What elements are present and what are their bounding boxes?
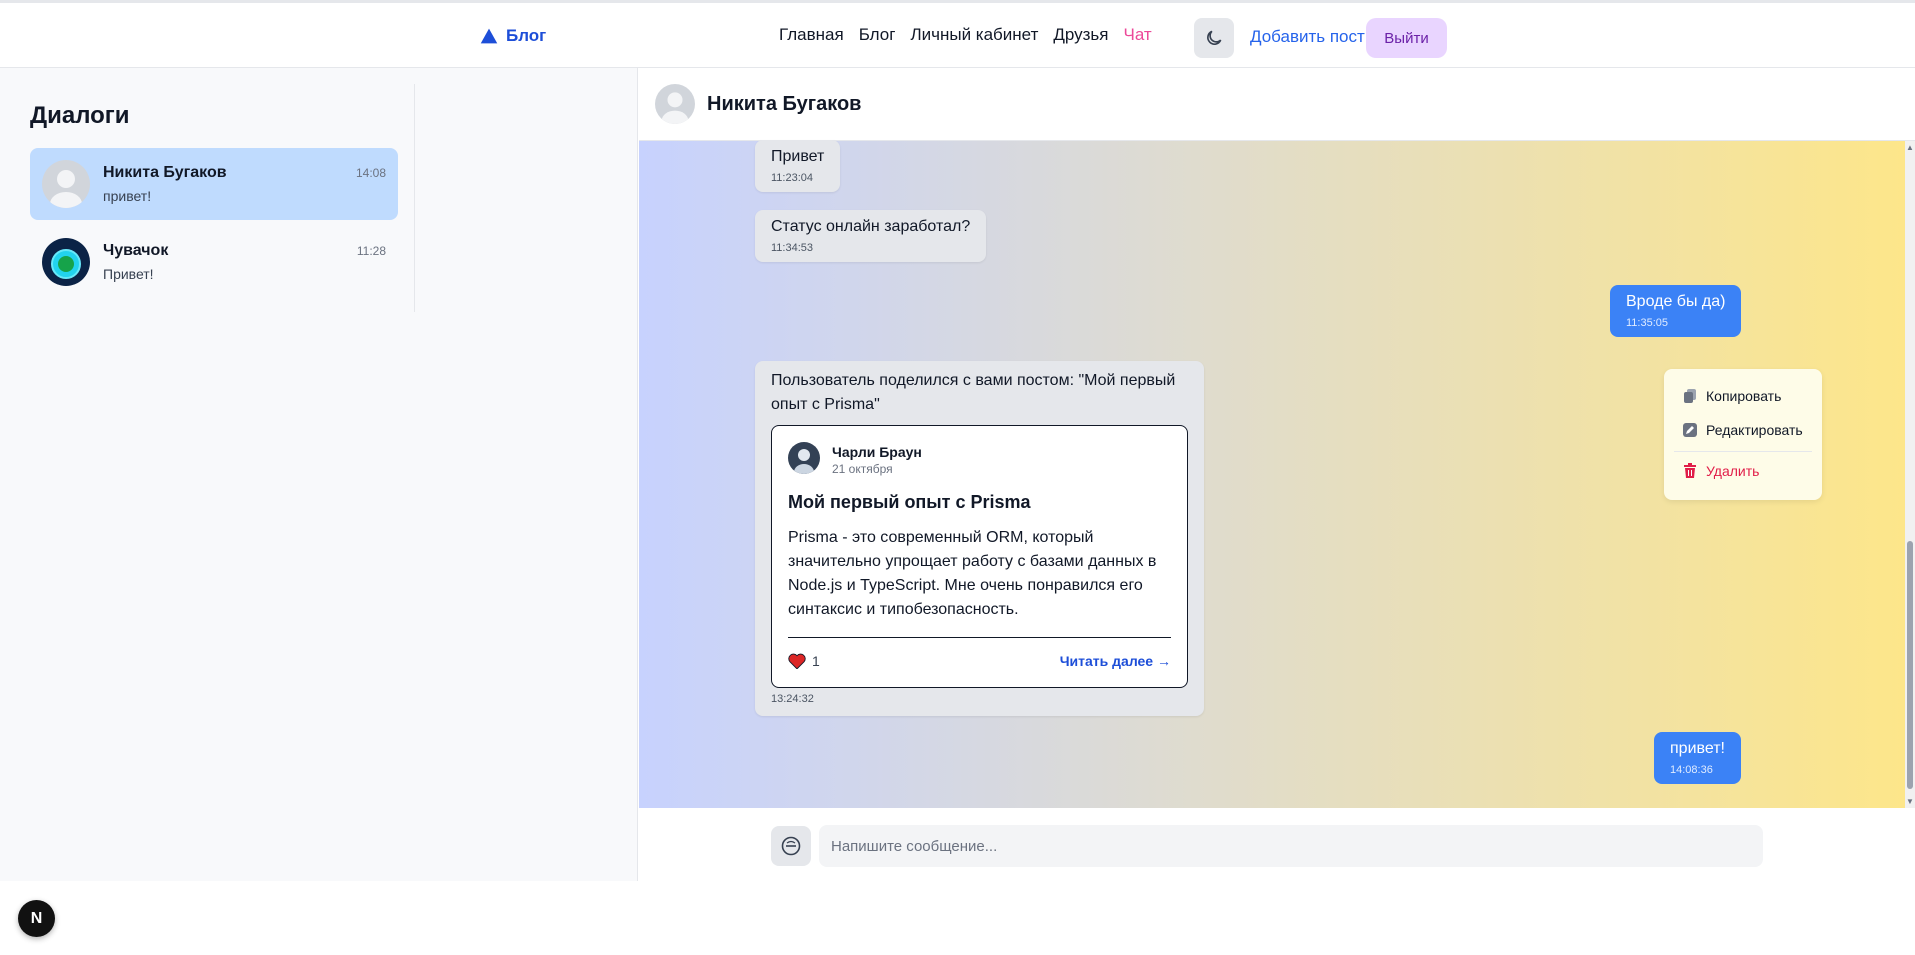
post-body: Prisma - это современный ORM, который зн… (788, 529, 1157, 618)
emoji-button[interactable] (771, 826, 811, 866)
nav-blog[interactable]: Блог (859, 25, 896, 45)
dialog-name: Чувачок (103, 242, 169, 259)
scroll-up-icon[interactable]: ▲ (1906, 143, 1914, 152)
globe-avatar-icon (42, 238, 90, 286)
shared-post-message[interactable]: Пользователь поделился с вами постом: "М… (755, 361, 1204, 716)
message-text: Привет (771, 148, 825, 165)
message-time: 11:35:05 (1626, 317, 1669, 329)
message-outgoing[interactable]: привет! 14:08:36 (1654, 732, 1741, 784)
post-title: Мой первый опыт с Prisma (788, 492, 1031, 512)
dialog-time: 14:08 (355, 166, 386, 180)
post-card[interactable]: Чарли Браун 21 октября Мой первый опыт с… (771, 425, 1188, 688)
avatar (42, 238, 90, 286)
main-nav: Главная Блог Личный кабинет Друзья Чат (779, 25, 1152, 45)
message-input[interactable] (819, 825, 1763, 867)
scrollbar-thumb[interactable] (1907, 541, 1913, 789)
moon-icon (1207, 30, 1222, 45)
menu-item-edit[interactable]: Редактировать (1682, 422, 1803, 438)
message-time: 14:08:36 (1670, 764, 1713, 776)
menu-separator (1674, 451, 1812, 452)
nav-chat[interactable]: Чат (1124, 25, 1152, 45)
menu-item-copy[interactable]: Копировать (1682, 388, 1781, 404)
like-button[interactable]: 1 (788, 653, 820, 669)
logo-icon (480, 28, 498, 44)
logo-link[interactable]: Блог (478, 25, 546, 47)
logout-button[interactable]: Выйти (1366, 18, 1447, 58)
nav-cabinet[interactable]: Личный кабинет (910, 25, 1038, 45)
message-text: привет! (1670, 740, 1725, 757)
scroll-down-icon[interactable]: ▼ (1906, 797, 1914, 806)
theme-toggle-button[interactable] (1194, 18, 1234, 58)
menu-item-label: Редактировать (1706, 422, 1803, 438)
author-avatar (788, 442, 820, 474)
menu-item-label: Копировать (1706, 388, 1782, 404)
user-placeholder-icon (42, 160, 90, 208)
message-text: Статус онлайн заработал? (771, 218, 971, 235)
dialogs-title: Диалоги (30, 102, 130, 129)
logo-text: Блог (506, 26, 547, 45)
dialog-item[interactable]: Чувачок Привет! 11:28 (30, 226, 398, 298)
nav-friends[interactable]: Друзья (1053, 25, 1108, 45)
message-time: 11:23:04 (771, 172, 814, 184)
like-count: 1 (812, 653, 820, 669)
top-navbar: Блог Главная Блог Личный кабинет Друзья … (0, 0, 1915, 68)
smiley-icon (781, 836, 801, 856)
messages-scrollbar[interactable]: ▲ ▼ (1905, 141, 1915, 808)
read-more-link[interactable]: Читать далее → (1060, 653, 1171, 669)
pencil-icon (1683, 423, 1697, 437)
post-date: 21 октября (832, 462, 893, 476)
message-time: 11:34:53 (771, 242, 814, 254)
trash-icon (1684, 463, 1696, 478)
heart-icon (788, 653, 806, 669)
message-text: Вроде бы да) (1626, 293, 1726, 310)
message-outgoing[interactable]: Вроде бы да) 11:35:05 (1610, 285, 1742, 337)
dialog-item[interactable]: Никита Бугаков привет! 14:08 (30, 148, 398, 220)
chat-header: Никита Бугаков (639, 68, 1915, 141)
message-incoming[interactable]: Статус онлайн заработал? 11:34:53 (755, 210, 987, 262)
dev-tools-badge[interactable]: N (18, 900, 55, 937)
message-context-menu: Копировать Редактировать Удалить (1664, 369, 1822, 500)
copy-icon (1684, 389, 1696, 403)
avatar (655, 84, 695, 124)
nav-home[interactable]: Главная (779, 25, 844, 45)
sidebar-divider (414, 84, 415, 312)
message-time: 13:24:32 (771, 693, 814, 705)
dialog-name: Никита Бугаков (103, 164, 227, 181)
user-placeholder-icon (655, 84, 695, 124)
post-author: Чарли Браун (832, 444, 922, 460)
menu-item-label: Удалить (1706, 462, 1760, 479)
author-photo-icon (788, 442, 820, 474)
chat-contact-name: Никита Бугаков (707, 93, 862, 115)
dialog-last-message: Привет! (103, 266, 154, 282)
message-composer (755, 810, 1779, 880)
menu-item-delete[interactable]: Удалить (1682, 462, 1759, 479)
post-divider (788, 637, 1171, 638)
add-post-link[interactable]: Добавить пост (1250, 27, 1365, 47)
shared-post-text: Пользователь поделился с вами постом: "М… (771, 372, 1176, 413)
avatar (42, 160, 90, 208)
message-incoming[interactable]: Привет 11:23:04 (755, 140, 841, 192)
dialog-last-message: привет! (103, 188, 152, 204)
dialog-time: 11:28 (356, 244, 386, 258)
